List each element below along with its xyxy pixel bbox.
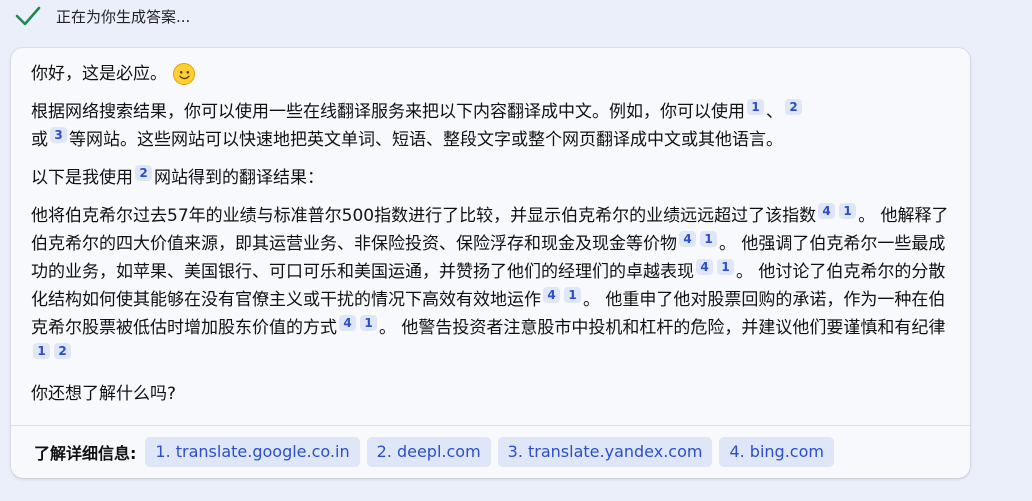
citation-1[interactable]: 1	[717, 259, 734, 275]
response-body: 你好，这是必应。 根据网络搜索结果，你可以使用一些在线翻译服务来把以下内容翻译成…	[31, 60, 956, 418]
citation-2[interactable]: 2	[785, 99, 802, 115]
citation-1[interactable]: 1	[564, 287, 581, 303]
source-link-yandex-translate[interactable]: 3. translate.yandex.com	[497, 437, 713, 467]
citation-1[interactable]: 1	[700, 231, 717, 247]
source-link-google-translate[interactable]: 1. translate.google.co.in	[145, 437, 360, 467]
paragraph-intro-result: 以下是我使用 2 网站得到的翻译结果：	[31, 164, 956, 192]
greeting-text: 你好，这是必应。	[31, 64, 167, 84]
citation-3[interactable]: 3	[50, 127, 67, 143]
text-segment: 以下是我使用	[31, 168, 133, 188]
citation-4[interactable]: 4	[696, 259, 713, 275]
citation-4[interactable]: 4	[818, 203, 836, 219]
citation-4[interactable]: 4	[679, 231, 696, 247]
text-segment: 等网站。这些网站可以快速地把英文单词、短语、整段文字或整个网页翻译成中文或其他语…	[69, 130, 783, 150]
response-card: 你好，这是必应。 根据网络搜索结果，你可以使用一些在线翻译服务来把以下内容翻译成…	[11, 48, 970, 478]
paragraph-translation-services: 根据网络搜索结果，你可以使用一些在线翻译服务来把以下内容翻译成中文。例如，你可以…	[31, 98, 956, 154]
checkmark-icon	[15, 6, 41, 26]
citation-1[interactable]: 1	[360, 315, 377, 331]
citation-1[interactable]: 1	[747, 99, 764, 115]
closing-question: 你还想了解什么吗?	[31, 384, 177, 404]
citation-2[interactable]: 2	[135, 165, 152, 181]
text-segment: 、	[766, 102, 783, 122]
source-link-bing[interactable]: 4. bing.com	[719, 437, 834, 467]
smile-emoji-icon	[173, 63, 195, 85]
learn-more-bar: 了解详细信息: 1. translate.google.co.in 2. dee…	[34, 437, 834, 467]
text-segment: 根据网络搜索结果，你可以使用一些在线翻译服务来把以下内容翻译成中文。例如，你可以…	[31, 102, 745, 122]
paragraph-translation-result: 他将伯克希尔过去57年的业绩与标准普尔500指数进行了比较，并显示伯克希尔的业绩…	[31, 202, 956, 370]
footer-divider	[11, 425, 970, 426]
text-segment: 或	[31, 130, 48, 150]
greeting-line: 你好，这是必应。	[31, 60, 956, 88]
text-segment: 网站得到的翻译结果：	[154, 168, 324, 188]
generation-status: 正在为你生成答案...	[14, 2, 190, 30]
citation-2[interactable]: 2	[54, 343, 71, 359]
citation-4[interactable]: 4	[339, 315, 356, 331]
learn-more-label: 了解详细信息:	[34, 444, 137, 463]
citation-1[interactable]: 1	[839, 203, 857, 219]
citation-4[interactable]: 4	[543, 287, 560, 303]
sentence: 他将伯克希尔过去57年的业绩与标准普尔500指数进行了比较，并显示伯克希尔的业绩…	[31, 206, 817, 226]
citation-1[interactable]: 1	[33, 343, 50, 359]
sentence: 。 他警告投资者注意股市中投机和杠杆的危险，并建议他们要谨慎和有纪律	[379, 318, 946, 338]
status-text: 正在为你生成答案...	[56, 7, 191, 26]
source-link-deepl[interactable]: 2. deepl.com	[366, 437, 491, 467]
